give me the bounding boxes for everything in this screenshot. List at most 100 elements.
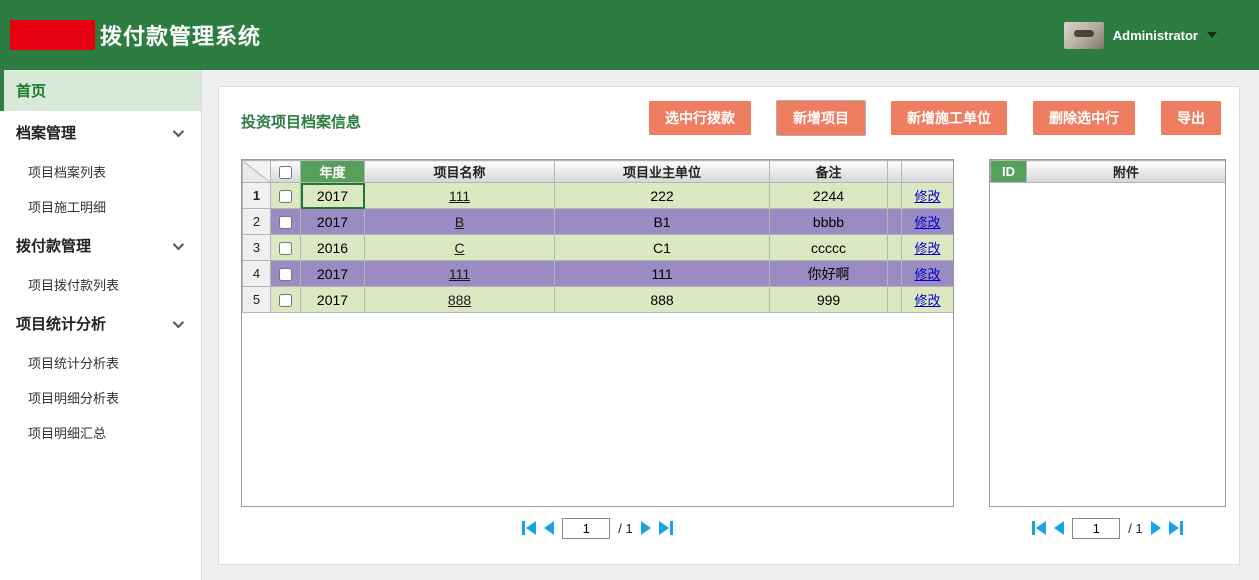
next-page-button[interactable]: [640, 521, 651, 535]
edit-link[interactable]: 修改: [914, 267, 940, 282]
table-row[interactable]: 5 2017 888 888 999 修改: [242, 286, 953, 313]
cell-edit[interactable]: 修改: [901, 286, 953, 313]
attachments-table-container: ID 附件: [989, 159, 1226, 507]
sidebar-item-detail-summary[interactable]: 项目明细汇总: [0, 415, 201, 450]
project-name-link[interactable]: 111: [449, 266, 470, 282]
cell-owner-unit: 888: [554, 286, 770, 313]
prev-page-button[interactable]: [1054, 521, 1065, 535]
table-row[interactable]: 2 2017 B B1 bbbb 修改: [242, 208, 953, 235]
cell-year[interactable]: 2017: [300, 208, 365, 235]
sidebar-item-project-construction-detail[interactable]: 项目施工明细: [0, 189, 201, 224]
cell-remark: ccccc: [769, 234, 888, 261]
cell-edit[interactable]: 修改: [901, 260, 953, 287]
row-checkbox-cell[interactable]: [270, 208, 301, 235]
first-page-button[interactable]: [1032, 521, 1047, 535]
sidebar-item-project-archive-list[interactable]: 项目档案列表: [0, 154, 201, 189]
row-checkbox[interactable]: [279, 216, 292, 230]
row-checkbox-cell[interactable]: [270, 286, 301, 313]
project-name-link[interactable]: C: [454, 240, 464, 256]
header-attachment[interactable]: 附件: [1026, 160, 1225, 183]
add-construction-unit-button[interactable]: 新增施工单位: [891, 101, 1007, 135]
row-checkbox-cell[interactable]: [270, 182, 301, 209]
cell-project-name[interactable]: C: [364, 234, 555, 261]
sidebar-item-label: 项目明细分析表: [28, 391, 120, 406]
table-row[interactable]: 1 2017 111 222 2244 修改: [242, 182, 953, 209]
cell-spacer: [887, 234, 902, 261]
cell-spacer: [887, 286, 902, 313]
projects-table-container: 年度 项目名称 项目业主单位 备注 1 2017 111 222 2244 修改 2 2017…: [241, 159, 954, 507]
project-name-link[interactable]: B: [455, 214, 464, 230]
cell-project-name[interactable]: 111: [364, 182, 555, 209]
edit-link[interactable]: 修改: [914, 189, 940, 204]
row-number: 2: [242, 208, 271, 235]
cell-remark: 2244: [769, 182, 888, 209]
cell-project-name[interactable]: B: [364, 208, 555, 235]
cell-year[interactable]: 2016: [300, 234, 365, 261]
row-checkbox[interactable]: [279, 242, 292, 256]
app-title: 拨付款管理系统: [100, 24, 262, 49]
sidebar-item-detail-analysis-table[interactable]: 项目明细分析表: [0, 380, 201, 415]
last-page-button[interactable]: [658, 521, 673, 535]
sidebar-item-project-payment-list[interactable]: 项目拨付款列表: [0, 267, 201, 302]
edit-link[interactable]: 修改: [914, 293, 940, 308]
header-remark[interactable]: 备注: [769, 160, 888, 183]
sidebar-group-project-statistics[interactable]: 项目统计分析: [0, 302, 201, 345]
cell-edit[interactable]: 修改: [901, 182, 953, 209]
table-row[interactable]: 4 2017 111 111 你好啊 修改: [242, 260, 953, 287]
edit-link[interactable]: 修改: [914, 241, 940, 256]
sidebar-item-statistics-table[interactable]: 项目统计分析表: [0, 345, 201, 380]
app-window: 拨付款管理系统 Administrator 首页 档案管理 项目档案列表 项目施…: [0, 0, 1259, 580]
sidebar-item-label: 项目档案列表: [28, 165, 107, 180]
sidebar-group-archive-management[interactable]: 档案管理: [0, 111, 201, 154]
row-checkbox-cell[interactable]: [270, 260, 301, 287]
row-checkbox-cell[interactable]: [270, 234, 301, 261]
header-project-name[interactable]: 项目名称: [364, 160, 555, 183]
project-name-link[interactable]: 111: [449, 188, 470, 204]
last-page-button[interactable]: [1168, 521, 1183, 535]
cell-owner-unit: 111: [554, 260, 770, 287]
sidebar: 首页 档案管理 项目档案列表 项目施工明细 拨付款管理 项目拨付款列表 项目统计…: [0, 70, 202, 580]
user-menu[interactable]: Administrator: [1063, 21, 1217, 49]
cell-edit[interactable]: 修改: [901, 234, 953, 261]
pay-selected-row-button[interactable]: 选中行拨款: [649, 101, 751, 135]
attachments-pagination: / 1: [989, 515, 1226, 541]
cell-owner-unit: 222: [554, 182, 770, 209]
cell-spacer: [887, 260, 902, 287]
content-panel: 投资项目档案信息 选中行拨款 新增项目 新增施工单位 删除选中行 导出 年度 项…: [218, 86, 1240, 565]
first-page-button[interactable]: [522, 521, 537, 535]
sidebar-group-label: 项目统计分析: [16, 316, 107, 333]
header-year[interactable]: 年度: [300, 160, 365, 183]
cell-year[interactable]: 2017: [300, 286, 365, 313]
header-owner-unit[interactable]: 项目业主单位: [554, 160, 770, 183]
add-project-button[interactable]: 新增项目: [777, 101, 865, 135]
select-all-cell[interactable]: [270, 160, 301, 183]
row-checkbox[interactable]: [279, 190, 292, 204]
chevron-down-icon: [172, 125, 185, 137]
cell-project-name[interactable]: 888: [364, 286, 555, 313]
table-row[interactable]: 3 2016 C C1 ccccc 修改: [242, 234, 953, 261]
project-name-link[interactable]: 888: [448, 292, 471, 308]
header-id[interactable]: ID: [990, 160, 1027, 183]
prev-page-button[interactable]: [544, 521, 555, 535]
cell-year[interactable]: 2017: [300, 260, 365, 287]
page-number-input[interactable]: [562, 517, 611, 539]
sidebar-item-home[interactable]: 首页: [0, 70, 201, 111]
sidebar-group-payment-management[interactable]: 拨付款管理: [0, 224, 201, 267]
export-button[interactable]: 导出: [1161, 101, 1221, 135]
row-checkbox[interactable]: [279, 268, 292, 282]
cell-project-name[interactable]: 111: [364, 260, 555, 287]
cell-year[interactable]: 2017: [300, 182, 365, 209]
edit-link[interactable]: 修改: [914, 215, 940, 230]
delete-selected-row-button[interactable]: 删除选中行: [1033, 101, 1135, 135]
sidebar-item-label: 项目统计分析表: [28, 356, 120, 371]
row-checkbox[interactable]: [279, 294, 292, 308]
header-spacer: [887, 160, 902, 183]
user-name: Administrator: [1112, 27, 1198, 43]
table-header-row: ID 附件: [990, 160, 1225, 183]
page-total-label: / 1: [618, 520, 633, 536]
cell-edit[interactable]: 修改: [901, 208, 953, 235]
page-number-input[interactable]: [1072, 517, 1121, 539]
app-header: 拨付款管理系统 Administrator: [0, 0, 1259, 70]
next-page-button[interactable]: [1150, 521, 1161, 535]
select-all-checkbox[interactable]: [279, 166, 292, 180]
